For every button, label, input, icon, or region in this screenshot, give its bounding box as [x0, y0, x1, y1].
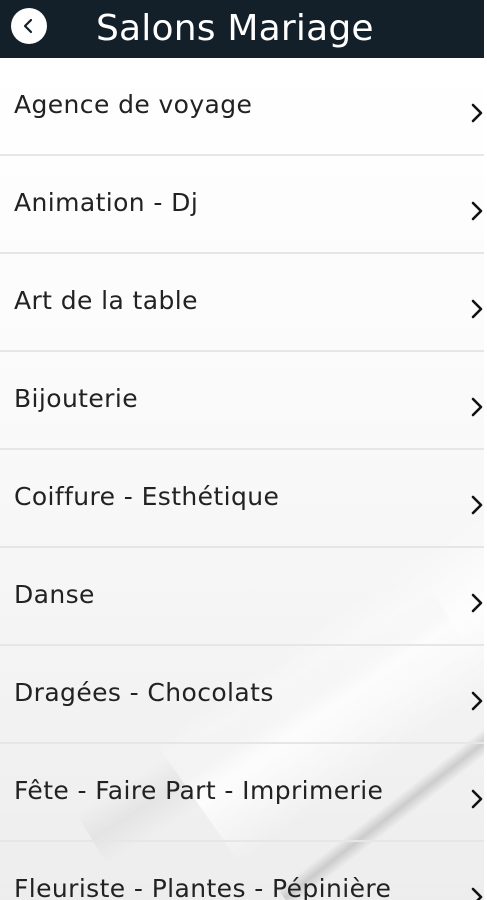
chevron-right-icon	[470, 298, 484, 320]
list-item-label: Dragées - Chocolats	[14, 678, 274, 707]
chevron-right-icon	[470, 200, 484, 222]
chevron-right-icon	[470, 690, 484, 712]
list-item-fete-faire-part-imprimerie[interactable]: Fête - Faire Part - Imprimerie	[0, 744, 484, 842]
category-list[interactable]: Agence de voyage Animation - Dj Art de l…	[0, 58, 484, 900]
list-item-dragees-chocolats[interactable]: Dragées - Chocolats	[0, 646, 484, 744]
app-screen: Salons Mariage Agence de voyage Animatio…	[0, 0, 487, 900]
list-item-bijouterie[interactable]: Bijouterie	[0, 352, 484, 450]
list-item-animation-dj[interactable]: Animation - Dj	[0, 156, 484, 254]
list-item-fleuriste-plantes-pepiniere[interactable]: Fleuriste - Plantes - Pépinière	[0, 842, 484, 900]
list-item-art-de-la-table[interactable]: Art de la table	[0, 254, 484, 352]
list-item-coiffure-esthetique[interactable]: Coiffure - Esthétique	[0, 450, 484, 548]
app-header: Salons Mariage	[0, 0, 484, 58]
chevron-right-icon	[470, 102, 484, 124]
list-item-label: Coiffure - Esthétique	[14, 482, 280, 511]
list-item-label: Animation - Dj	[14, 188, 199, 217]
list-item-danse[interactable]: Danse	[0, 548, 484, 646]
list-item-label: Danse	[14, 580, 95, 609]
chevron-right-icon	[470, 886, 484, 900]
back-button[interactable]	[11, 8, 47, 44]
list-item-label: Bijouterie	[14, 384, 138, 413]
list-item-label: Agence de voyage	[14, 90, 253, 119]
page-title: Salons Mariage	[96, 8, 374, 49]
chevron-left-icon	[22, 18, 36, 34]
list-item-agence-de-voyage[interactable]: Agence de voyage	[0, 58, 484, 156]
chevron-right-icon	[470, 788, 484, 810]
chevron-right-icon	[470, 494, 484, 516]
list-item-label: Fête - Faire Part - Imprimerie	[14, 776, 384, 805]
chevron-right-icon	[470, 592, 484, 614]
chevron-right-icon	[470, 396, 484, 418]
list-item-label: Art de la table	[14, 286, 198, 315]
list-item-label: Fleuriste - Plantes - Pépinière	[14, 874, 392, 900]
